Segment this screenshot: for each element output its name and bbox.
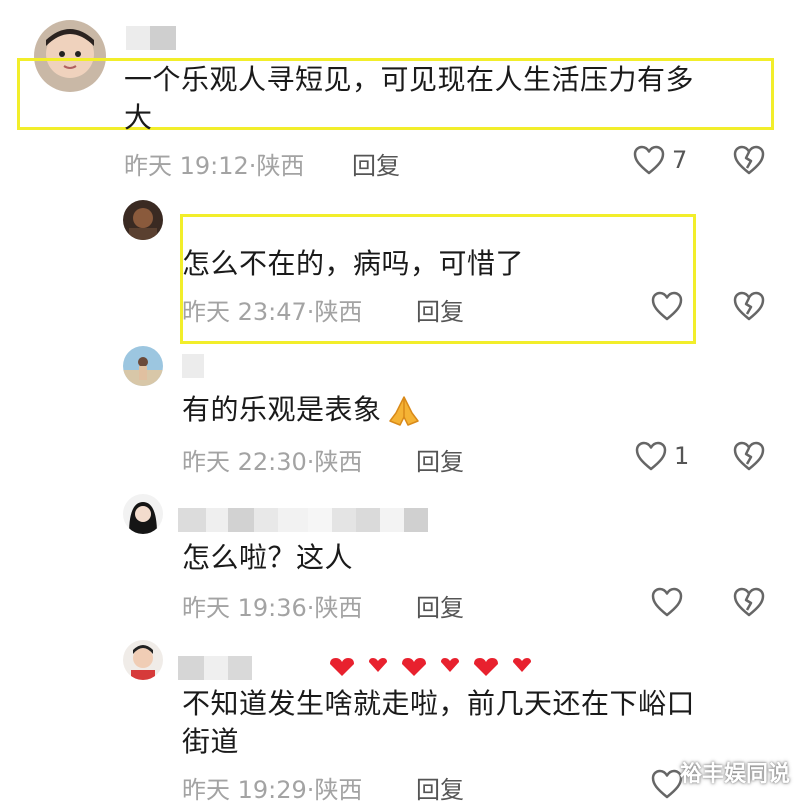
timestamp: 昨天 22:30: [182, 448, 307, 476]
comment-text: 不知道发生啥就走啦，前几天还在下峪口: [182, 687, 696, 720]
heart-outline-icon: [651, 291, 683, 321]
watermark: 裕丰娱同说: [679, 762, 790, 787]
heart-outline-icon: [651, 587, 683, 617]
comment-text: 怎么不在的，病吗，可惜了: [182, 247, 525, 280]
broken-heart-icon: [733, 441, 765, 471]
location: 陕西: [314, 298, 363, 326]
heart-emoji-row: [328, 658, 532, 676]
dislike-button[interactable]: [732, 144, 766, 180]
username-blurred[interactable]: [178, 508, 428, 532]
heart-outline-icon: [651, 769, 683, 799]
broken-heart-icon: [733, 145, 765, 175]
location: 陕西: [314, 776, 363, 804]
username-blurred[interactable]: [178, 656, 252, 680]
like-button[interactable]: 1: [634, 440, 689, 472]
red-heart-emoji-icon: [474, 658, 498, 676]
red-heart-emoji-icon: [369, 658, 387, 672]
broken-heart-icon: [733, 291, 765, 321]
dislike-button[interactable]: [732, 440, 766, 476]
broken-heart-icon: [733, 587, 765, 617]
heart-outline-icon: [633, 145, 665, 175]
timestamp: 昨天 19:36: [182, 594, 307, 622]
dislike-button[interactable]: [732, 586, 766, 622]
comment-text-continued: 街道: [182, 725, 240, 758]
comment-text: 一个乐观人寻短见，可见现在人生活压力有多: [124, 63, 695, 96]
like-button[interactable]: [650, 290, 690, 322]
like-count: 7: [672, 146, 688, 174]
heart-outline-icon: [635, 441, 667, 471]
reply-button[interactable]: 回复: [416, 292, 464, 327]
comment-text: 怎么啦？这人: [182, 541, 354, 574]
location: 陕西: [314, 594, 363, 622]
reply-button[interactable]: 回复: [416, 588, 464, 623]
comment-meta: 昨天 22:30·陕西: [182, 442, 362, 477]
timestamp: 昨天 23:47: [182, 298, 307, 326]
comment-meta: 昨天 23:47·陕西: [182, 292, 362, 327]
comment-text-continued: 大: [124, 101, 153, 134]
comment-text: 有的乐观是表象: [182, 393, 382, 426]
comment-meta: 昨天 19:29·陕西: [182, 770, 362, 805]
comment-meta: 昨天 19:36·陕西: [182, 588, 362, 623]
folded-hands-emoji-icon: [388, 396, 419, 426]
like-count: 1: [674, 442, 690, 470]
reply-button[interactable]: 回复: [416, 770, 464, 805]
timestamp: 昨天 19:12: [124, 152, 249, 180]
avatar[interactable]: [123, 200, 163, 240]
reply-button[interactable]: 回复: [352, 146, 400, 181]
red-heart-emoji-icon: [441, 658, 459, 672]
red-heart-emoji-icon: [513, 658, 531, 672]
comment-meta: 昨天 19:12·陕西: [124, 146, 304, 181]
timestamp: 昨天 19:29: [182, 776, 307, 804]
avatar[interactable]: [123, 346, 163, 386]
like-button[interactable]: [650, 586, 690, 618]
reply-button[interactable]: 回复: [416, 442, 464, 477]
red-heart-emoji-icon: [330, 658, 354, 676]
location: 陕西: [314, 448, 363, 476]
red-heart-emoji-icon: [402, 658, 426, 676]
like-button[interactable]: 7: [632, 144, 687, 176]
location: 陕西: [256, 152, 305, 180]
avatar[interactable]: [123, 494, 163, 534]
avatar[interactable]: [123, 640, 163, 680]
username-blurred[interactable]: [182, 354, 204, 378]
comment-text-row: 有的乐观是表象: [182, 388, 422, 432]
username-blurred[interactable]: [126, 26, 176, 50]
dislike-button[interactable]: [732, 290, 766, 326]
